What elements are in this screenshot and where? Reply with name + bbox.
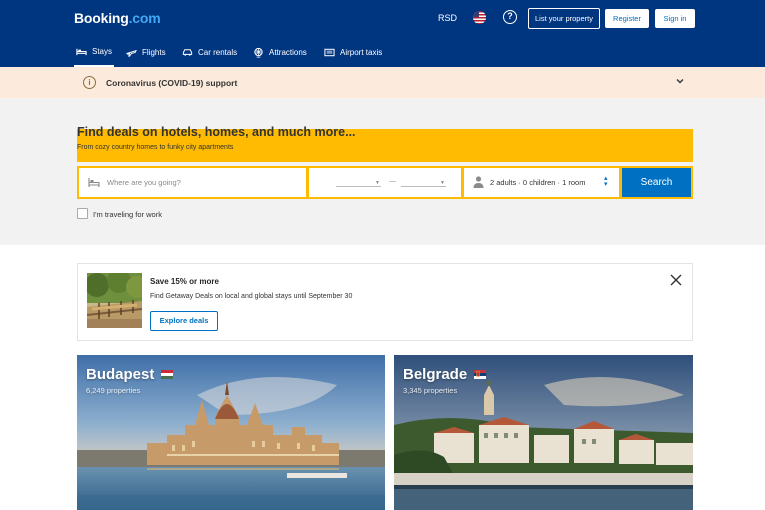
destination-input[interactable] — [107, 175, 297, 189]
destination-card-budapest[interactable]: Budapest 6,249 properties — [77, 355, 385, 510]
check-in-date[interactable] — [336, 186, 381, 187]
plane-icon — [126, 49, 137, 57]
close-icon[interactable] — [670, 274, 682, 286]
search-button[interactable]: Search — [622, 168, 691, 197]
hero-subtitle: From cozy country homes to funky city ap… — [77, 144, 234, 151]
car-icon — [182, 49, 193, 56]
destination-card-belgrade[interactable]: Belgrade 3,345 properties — [394, 355, 693, 510]
hero-title: Find deals on hotels, homes, and much mo… — [77, 125, 356, 139]
nav-tab-stays[interactable]: Stays — [74, 38, 115, 67]
help-icon[interactable]: ? — [503, 10, 517, 24]
sort-arrows-icon: ▴ ▾ — [604, 175, 608, 188]
bed-icon — [88, 178, 100, 187]
sign-in-button[interactable]: Sign in — [655, 9, 695, 28]
list-property-button[interactable]: List your property — [528, 8, 600, 29]
hungary-flag-icon — [161, 370, 173, 379]
info-icon: i — [83, 76, 96, 89]
getaway-deals-promo: Save 15% or more Find Getaway Deals on l… — [77, 263, 693, 341]
ferris-wheel-icon — [254, 47, 263, 58]
nav-label: Stays — [92, 47, 113, 56]
person-icon — [473, 176, 484, 188]
property-count: 3,345 properties — [403, 386, 458, 395]
chevron-down-icon: ▼ — [440, 180, 445, 186]
taxi-icon — [324, 48, 335, 57]
nav-label: Flights — [142, 48, 166, 57]
register-button[interactable]: Register — [605, 9, 649, 28]
nav-tab-flights[interactable]: Flights — [126, 38, 166, 67]
site-header: Booking.com RSD ? List your property Reg… — [0, 0, 765, 67]
nav-label: Car rentals — [198, 48, 238, 57]
date-separator: — — [389, 178, 396, 185]
date-range-field[interactable]: ▼ — ▼ — [309, 168, 461, 197]
check-out-date[interactable] — [401, 186, 446, 187]
property-count: 6,249 properties — [86, 386, 141, 395]
promo-title: Save 15% or more — [150, 277, 219, 286]
explore-deals-button[interactable]: Explore deals — [150, 311, 218, 331]
serbia-flag-icon — [474, 370, 486, 379]
work-travel-checkbox[interactable] — [77, 208, 88, 219]
chevron-down-icon: ▼ — [375, 180, 380, 186]
nav-tab-airport-taxis[interactable]: Airport taxis — [324, 38, 382, 67]
us-flag-icon[interactable] — [473, 11, 486, 24]
nav-tab-car-rentals[interactable]: Car rentals — [182, 38, 237, 67]
booking-logo[interactable]: Booking.com — [74, 10, 161, 26]
guests-selector[interactable]: 2 adults · 0 children · 1 room ▴ ▾ — [464, 168, 619, 197]
currency-selector[interactable]: RSD — [438, 13, 457, 23]
work-travel-label[interactable]: I'm traveling for work — [93, 210, 162, 219]
covid-banner-text: Coronavirus (COVID-19) support — [106, 78, 238, 88]
nav-tab-attractions[interactable]: Attractions — [253, 38, 307, 67]
bed-icon — [76, 48, 87, 56]
chevron-down-icon[interactable] — [675, 76, 685, 86]
destination-name: Budapest — [86, 366, 155, 383]
guests-summary: 2 adults · 0 children · 1 room — [490, 178, 586, 187]
covid-banner[interactable]: i Coronavirus (COVID-19) support — [0, 67, 765, 98]
nav-label: Attractions — [269, 48, 307, 57]
promo-image — [87, 273, 142, 328]
nav-label: Airport taxis — [340, 48, 383, 57]
destination-field[interactable] — [79, 168, 306, 197]
promo-description: Find Getaway Deals on local and global s… — [150, 293, 353, 300]
destination-name: Belgrade — [403, 366, 468, 383]
